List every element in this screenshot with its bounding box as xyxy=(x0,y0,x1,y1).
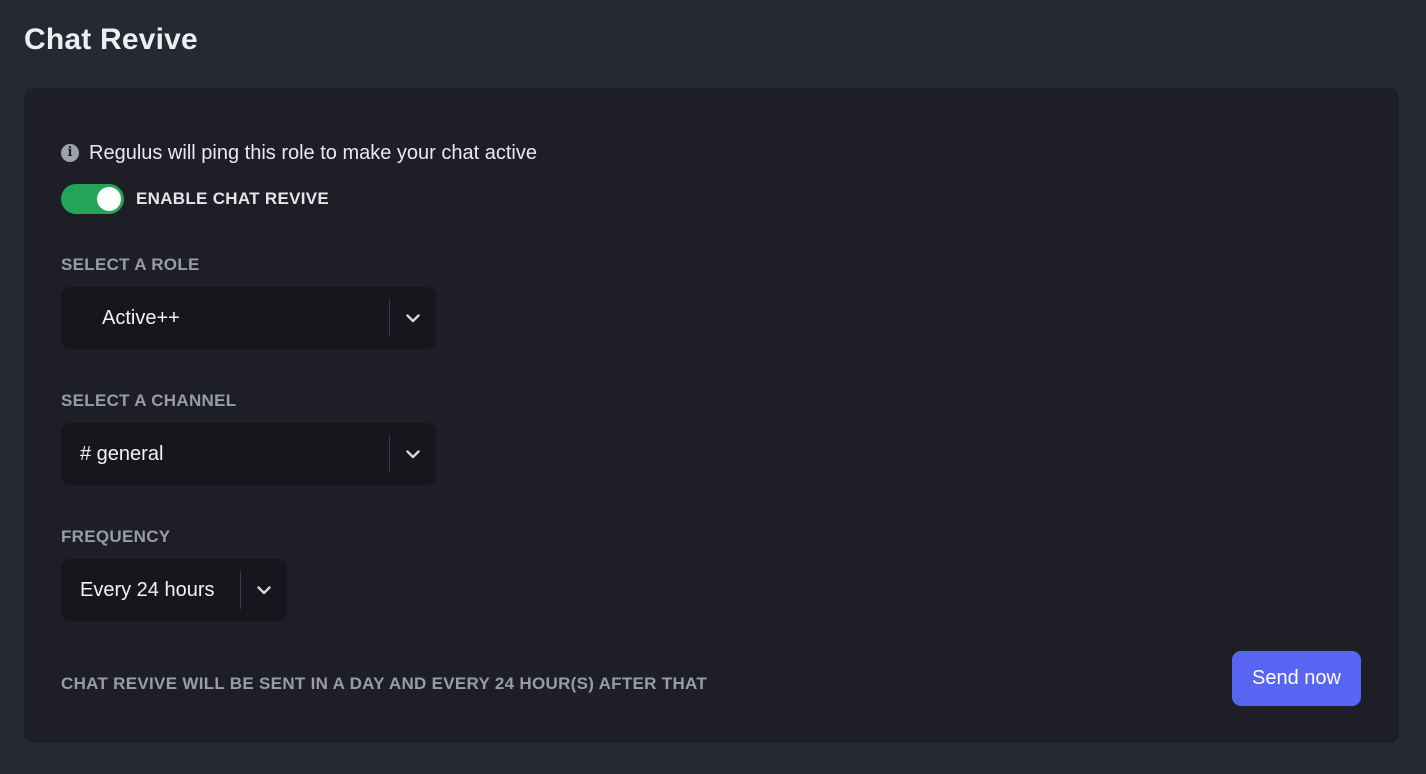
role-select-value: Active++ xyxy=(102,306,180,329)
info-row: i Regulus will ping this role to make yo… xyxy=(61,141,537,165)
frequency-select[interactable]: Every 24 hours xyxy=(61,559,287,621)
role-label: SELECT A ROLE xyxy=(61,255,200,274)
channel-select-value: # general xyxy=(80,442,164,465)
channel-select[interactable]: # general xyxy=(61,423,436,485)
role-select[interactable]: Active++ xyxy=(61,287,436,349)
toggle-knob xyxy=(97,187,121,211)
chevron-down-icon[interactable] xyxy=(390,287,436,349)
channel-label: SELECT A CHANNEL xyxy=(61,391,237,410)
enable-chat-revive-toggle[interactable] xyxy=(61,184,124,214)
frequency-select-value: Every 24 hours xyxy=(80,578,215,601)
info-text: Regulus will ping this role to make your… xyxy=(89,141,537,164)
frequency-label: FREQUENCY xyxy=(61,527,171,546)
page-title: Chat Revive xyxy=(24,23,198,56)
send-now-button[interactable]: Send now xyxy=(1232,651,1361,706)
toggle-label: ENABLE CHAT REVIVE xyxy=(136,189,330,208)
chevron-down-icon[interactable] xyxy=(241,559,287,621)
schedule-summary: CHAT REVIVE WILL BE SENT IN A DAY AND EV… xyxy=(61,674,708,693)
info-circle-icon: i xyxy=(61,144,79,162)
chevron-down-icon[interactable] xyxy=(390,423,436,485)
chat-revive-panel: i Regulus will ping this role to make yo… xyxy=(24,88,1399,743)
enable-chat-revive-row: ENABLE CHAT REVIVE xyxy=(61,184,329,214)
